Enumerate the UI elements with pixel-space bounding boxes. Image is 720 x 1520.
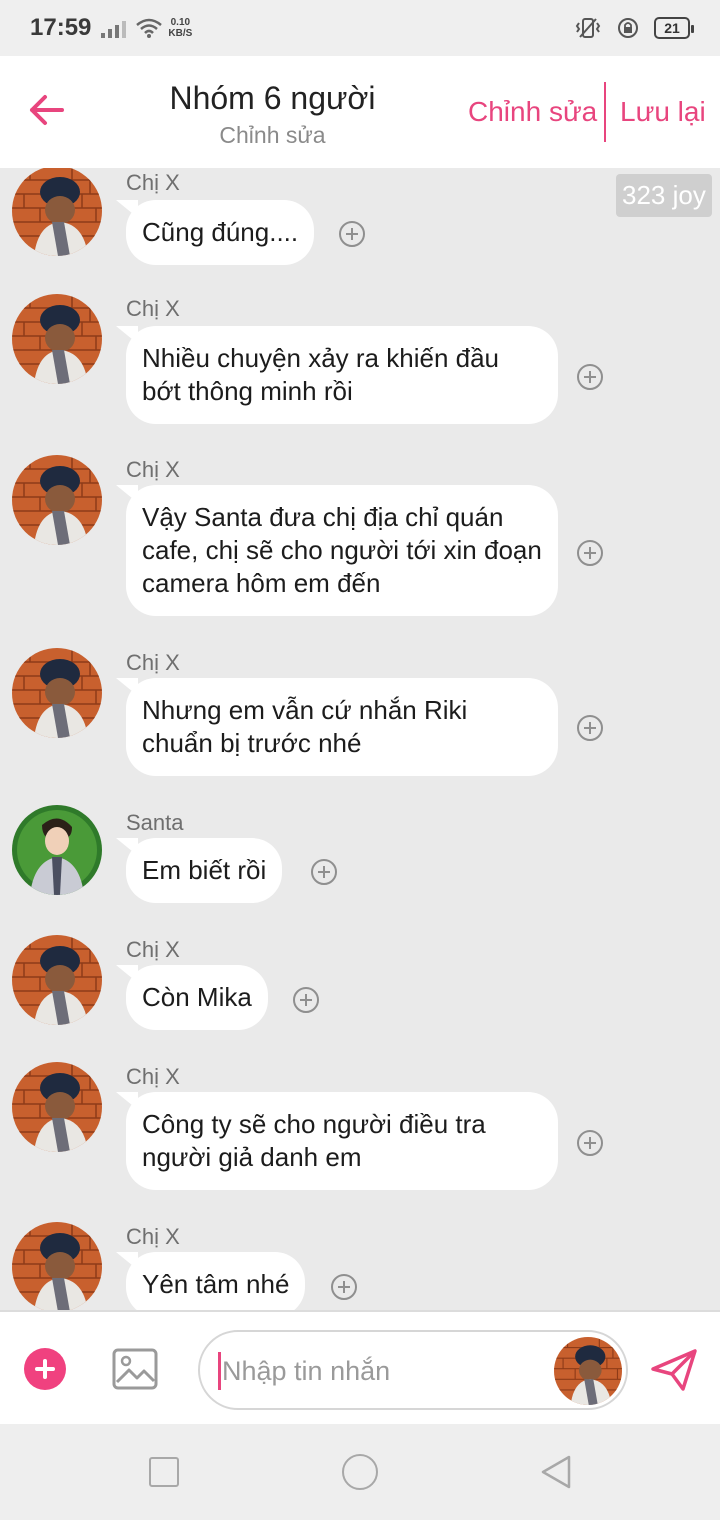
net-speed: 0.10 KB/S xyxy=(168,17,192,39)
save-button[interactable]: Lưu lại xyxy=(620,96,706,128)
sender-avatar[interactable] xyxy=(12,648,102,738)
message-bubble[interactable]: Nhưng em vẫn cứ nhắn Riki chuẩn bị trước… xyxy=(126,678,558,776)
sender-name: Chị X xyxy=(126,170,180,195)
sender-avatar[interactable] xyxy=(12,294,102,384)
group-subtitle: Chỉnh sửa xyxy=(219,122,326,148)
vibrate-icon xyxy=(575,18,601,38)
sender-avatar[interactable] xyxy=(12,168,102,256)
recent-apps-icon[interactable] xyxy=(149,1457,179,1487)
message-input[interactable] xyxy=(222,1336,552,1406)
status-bar: 17:59 0.10 KB/S 21 xyxy=(0,0,720,56)
sender-name: Chị X xyxy=(126,650,180,675)
text-caret xyxy=(218,1352,221,1390)
sender-avatar[interactable] xyxy=(12,1222,102,1310)
joy-badge: 323 joy xyxy=(616,174,712,217)
sender-avatar[interactable] xyxy=(12,455,102,545)
composer-bar xyxy=(0,1310,720,1424)
add-reaction-icon[interactable] xyxy=(577,364,603,390)
message-field[interactable] xyxy=(198,1330,628,1410)
sender-avatar[interactable] xyxy=(12,805,102,895)
add-reaction-icon[interactable] xyxy=(577,540,603,566)
rotation-lock-icon xyxy=(618,18,638,38)
add-reaction-icon[interactable] xyxy=(293,987,319,1013)
sender-name: Santa xyxy=(126,810,184,835)
wifi-icon xyxy=(136,18,163,38)
sender-name: Chị X xyxy=(126,937,180,962)
edit-button[interactable]: Chỉnh sửa xyxy=(468,96,597,128)
system-nav-bar xyxy=(0,1424,720,1520)
status-time: 17:59 xyxy=(30,14,92,41)
message-bubble[interactable]: Em biết rồi xyxy=(126,838,283,903)
message-bubble[interactable]: Cũng đúng.... xyxy=(126,200,315,265)
group-title: Nhóm 6 người xyxy=(169,80,376,116)
image-icon[interactable] xyxy=(112,1348,158,1390)
sender-avatar[interactable] xyxy=(12,935,102,1025)
message-bubble[interactable]: Công ty sẽ cho người điều tra người giả … xyxy=(126,1092,558,1190)
user-avatar[interactable] xyxy=(554,1337,622,1405)
send-icon[interactable] xyxy=(650,1348,698,1392)
sender-name: Chị X xyxy=(126,296,180,321)
message-bubble[interactable]: Vậy Santa đưa chị địa chỉ quán cafe, chị… xyxy=(126,485,558,616)
back-button[interactable] xyxy=(24,88,68,132)
sender-name: Chị X xyxy=(126,457,180,482)
sender-avatar[interactable] xyxy=(12,1062,102,1152)
header-divider xyxy=(604,82,606,142)
net-speed-value: 0.10 xyxy=(170,17,191,28)
arrow-left-icon xyxy=(30,95,64,125)
message-bubble[interactable]: Yên tâm nhé xyxy=(126,1252,306,1310)
chat-area[interactable]: Chị X Cũng đúng.... 323 joy Chị X Nhiều … xyxy=(0,168,720,1310)
message-bubble[interactable]: Còn Mika xyxy=(126,965,268,1030)
home-icon[interactable] xyxy=(342,1454,378,1490)
message-bubble[interactable]: Nhiều chuyện xảy ra khiến đầu bớt thông … xyxy=(126,326,558,424)
nav-back-icon[interactable] xyxy=(538,1454,574,1490)
sender-name: Chị X xyxy=(126,1064,180,1089)
chat-header: Nhóm 6 người Chỉnh sửa Chỉnh sửa Lưu lại xyxy=(0,56,720,168)
add-reaction-icon[interactable] xyxy=(577,1130,603,1156)
add-reaction-icon[interactable] xyxy=(311,859,337,885)
status-icons: 21 xyxy=(574,17,694,39)
signal-icon xyxy=(101,18,127,38)
plus-icon[interactable] xyxy=(24,1348,66,1390)
add-reaction-icon[interactable] xyxy=(577,715,603,741)
battery-indicator: 21 xyxy=(654,17,694,39)
add-reaction-icon[interactable] xyxy=(331,1274,357,1300)
add-reaction-icon[interactable] xyxy=(339,221,365,247)
sender-name: Chị X xyxy=(126,1224,180,1249)
net-speed-unit: KB/S xyxy=(168,28,193,39)
